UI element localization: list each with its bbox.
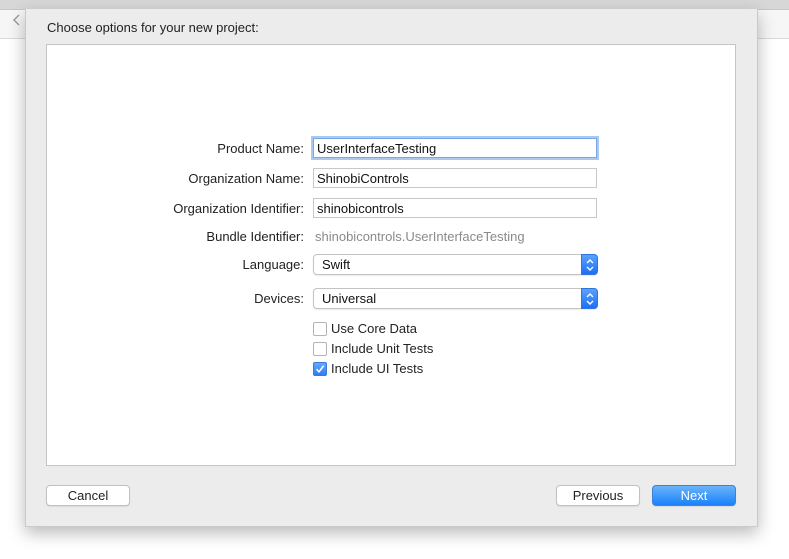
include-unit-tests-checkbox[interactable] — [313, 342, 327, 356]
language-value: Swift — [322, 257, 351, 272]
use-core-data-checkbox[interactable] — [313, 322, 327, 336]
organization-identifier-label: Organization Identifier: — [173, 201, 304, 216]
up-down-arrows-icon — [581, 254, 598, 275]
options-panel: Product Name: Organization Name: Organiz… — [46, 44, 736, 466]
bundle-identifier-value: shinobicontrols.UserInterfaceTesting — [315, 229, 525, 244]
include-ui-tests-checkbox[interactable] — [313, 362, 327, 376]
devices-label: Devices: — [254, 291, 304, 306]
use-core-data-label: Use Core Data — [331, 321, 417, 336]
bundle-identifier-label: Bundle Identifier: — [206, 229, 304, 244]
cancel-button[interactable]: Cancel — [46, 485, 130, 506]
product-name-label: Product Name: — [217, 141, 304, 156]
product-name-field[interactable] — [313, 138, 597, 158]
include-unit-tests-label: Include Unit Tests — [331, 341, 434, 356]
include-ui-tests-label: Include UI Tests — [331, 361, 424, 376]
organization-name-field[interactable] — [313, 168, 597, 188]
next-button[interactable]: Next — [652, 485, 736, 506]
up-down-arrows-icon — [581, 288, 598, 309]
devices-value: Universal — [322, 291, 377, 306]
new-project-sheet: Choose options for your new project: Pro… — [25, 9, 758, 527]
previous-button[interactable]: Previous — [556, 485, 640, 506]
language-popup[interactable]: Swift — [313, 254, 598, 275]
organization-identifier-field[interactable] — [313, 198, 597, 218]
language-label: Language: — [242, 257, 304, 272]
checkmark-icon — [315, 365, 325, 374]
chevron-left-icon[interactable] — [12, 14, 22, 26]
organization-name-label: Organization Name: — [188, 171, 304, 186]
sheet-title: Choose options for your new project: — [47, 20, 259, 35]
devices-popup[interactable]: Universal — [313, 288, 598, 309]
